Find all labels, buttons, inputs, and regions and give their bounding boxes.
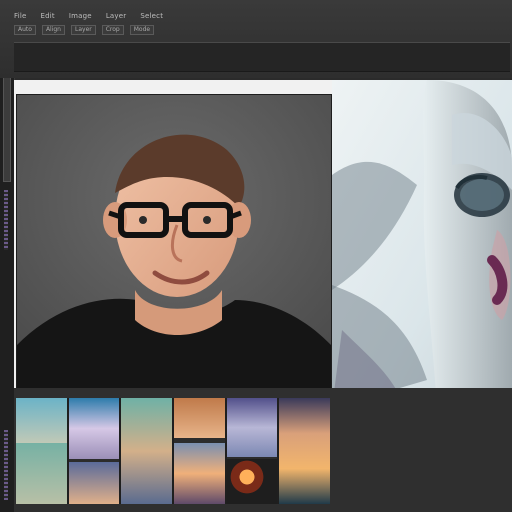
portrait-image: [17, 95, 331, 389]
toolbar-strip: [14, 42, 510, 72]
reference-photo[interactable]: [332, 80, 512, 408]
thumbnail-2[interactable]: [68, 398, 120, 504]
reference-image: [332, 80, 512, 408]
thumbnail-6[interactable]: [279, 398, 331, 504]
menu-bar: File Edit Image Layer Select: [14, 12, 163, 24]
menu-item-layer[interactable]: Layer: [106, 12, 127, 24]
main-canvas[interactable]: [16, 94, 332, 390]
dock-color-strip: [4, 430, 8, 500]
thumbnail-4[interactable]: [174, 398, 225, 504]
thumbnail-strip: [16, 398, 331, 504]
sunglasses-icon: [454, 173, 510, 217]
menu-item-select[interactable]: Select: [140, 12, 163, 24]
thumbnail-5[interactable]: [226, 398, 278, 504]
app-topbar: File Edit Image Layer Select Auto Align …: [0, 0, 512, 78]
menu-item-file[interactable]: File: [14, 12, 27, 24]
thumbnail-1[interactable]: [16, 398, 67, 504]
tool-options-row: Auto Align Layer Crop Mode: [14, 24, 510, 36]
tool-auto-button[interactable]: Auto: [14, 25, 36, 35]
menu-item-edit[interactable]: Edit: [41, 12, 55, 24]
side-panel: [332, 410, 512, 512]
dock-color-strip: [4, 190, 8, 250]
tool-layer-button[interactable]: Layer: [71, 25, 96, 35]
menu-item-image[interactable]: Image: [69, 12, 92, 24]
tool-mode-button[interactable]: Mode: [129, 25, 155, 35]
thumbnail-3[interactable]: [121, 398, 173, 504]
tool-align-button[interactable]: Align: [41, 25, 65, 35]
tool-crop-button[interactable]: Crop: [101, 25, 124, 35]
